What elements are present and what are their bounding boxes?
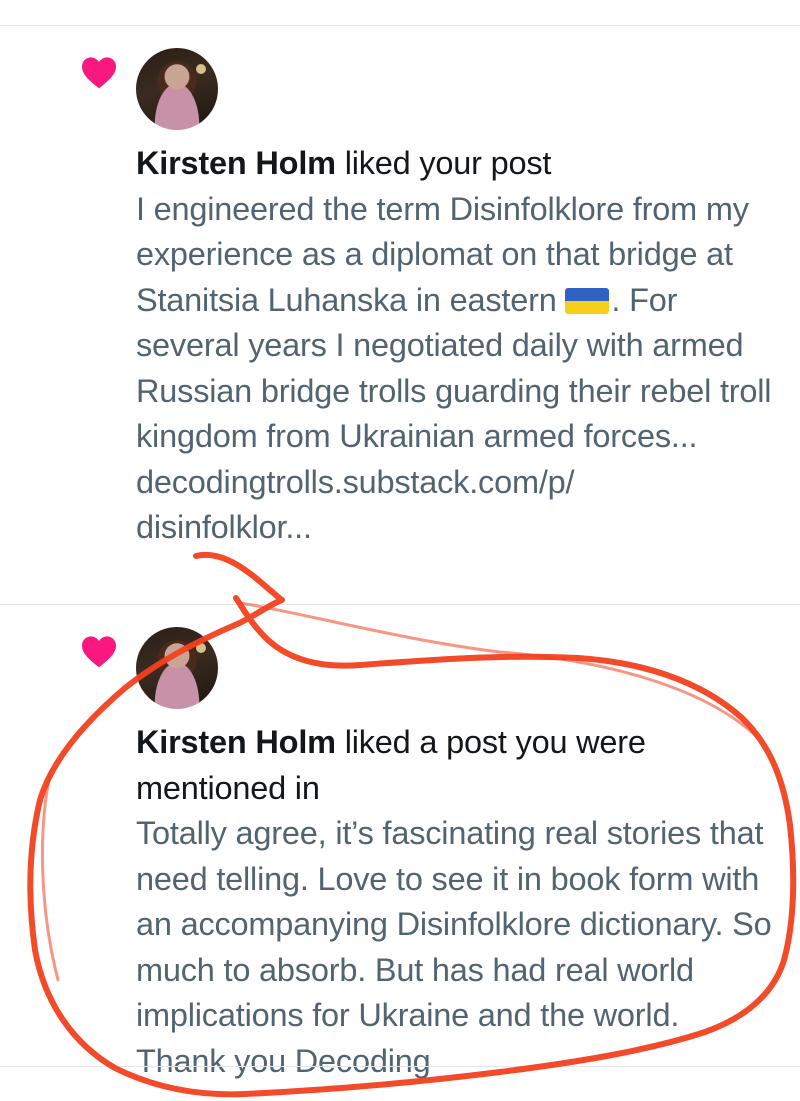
notification-content-1: Kirsten Holm liked your post I engineere… [136,141,776,551]
actor-name[interactable]: Kirsten Holm [136,724,336,760]
actor-name[interactable]: Kirsten Holm [136,145,336,181]
heart-icon [82,57,116,89]
notification-content-2: Kirsten Holm liked a post you were menti… [136,720,776,1084]
post-link-line-2: disinfolklor... [136,509,312,545]
post-link[interactable]: decodingtrolls.substack.com/p/disinfolkl… [136,460,776,551]
ukraine-flag-icon [565,287,610,314]
notification-headline: Kirsten Holm liked your post [136,141,776,187]
notification-item-1[interactable]: Kirsten Holm liked your post I engineere… [0,26,800,604]
notification-item-2[interactable]: Kirsten Holm liked a post you were menti… [0,605,800,1079]
avatar[interactable] [136,48,218,130]
heart-icon [82,636,116,668]
post-excerpt[interactable]: Totally agree, it’s fascinating real sto… [136,811,776,1084]
post-excerpt[interactable]: I engineered the term Disinfolklore from… [136,187,776,460]
notification-headline: Kirsten Holm liked a post you were menti… [136,720,776,811]
divider-bottom [0,1066,800,1067]
post-link-line-1: decodingtrolls.substack.com/p/ [136,463,575,500]
avatar[interactable] [136,627,218,709]
action-text: liked your post [335,145,552,181]
